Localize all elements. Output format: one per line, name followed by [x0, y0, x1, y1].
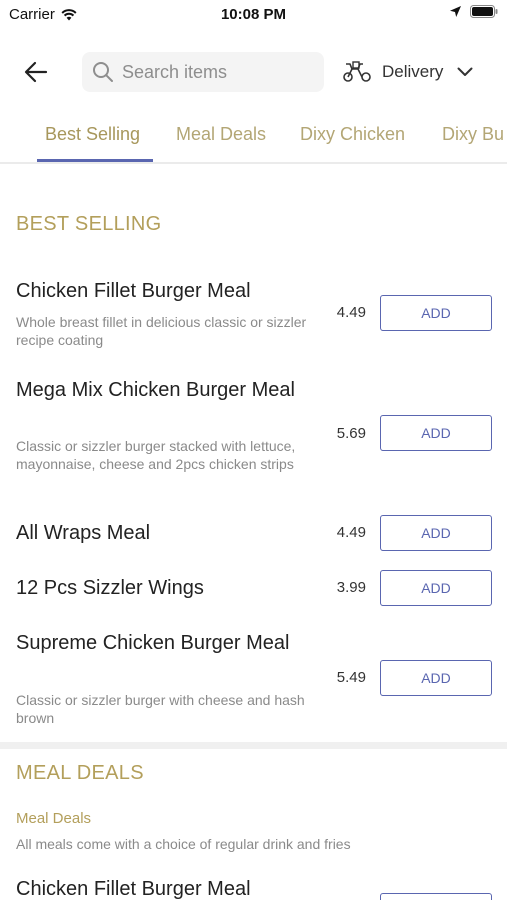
item-name: Chicken Fillet Burger Meal — [16, 878, 251, 900]
tab-meal-deals[interactable]: Meal Deals — [176, 124, 266, 145]
back-arrow-icon[interactable] — [22, 58, 50, 86]
search-input[interactable] — [122, 61, 312, 83]
add-button[interactable]: ADD — [380, 660, 492, 696]
item-name: Supreme Chicken Burger Meal — [16, 632, 290, 654]
item-name: Mega Mix Chicken Burger Meal — [16, 379, 295, 401]
category-tabs: Best Selling Meal Deals Dixy Chicken Dix… — [0, 112, 507, 164]
item-price: 4.49 — [336, 304, 366, 321]
delivery-label: Delivery — [382, 62, 444, 81]
item-name: Chicken Fillet Burger Meal — [16, 280, 251, 302]
search-icon — [93, 62, 113, 82]
item-price: 5.69 — [336, 425, 366, 442]
status-bar: Carrier 10:08 PM — [0, 0, 507, 30]
add-button[interactable]: ADD — [380, 570, 492, 606]
add-button[interactable]: ADD — [380, 295, 492, 331]
item-name: All Wraps Meal — [16, 522, 151, 544]
tab-dixy-chicken[interactable]: Dixy Chicken — [300, 124, 405, 145]
add-button[interactable]: ADD — [380, 515, 492, 551]
status-icons — [449, 5, 498, 18]
add-button[interactable] — [380, 893, 492, 900]
section-title-best-selling: BEST SELLING — [16, 213, 162, 235]
top-bar: Delivery — [0, 50, 507, 94]
location-arrow-icon — [450, 6, 461, 17]
scooter-icon — [343, 61, 371, 82]
active-tab-indicator — [37, 159, 153, 162]
item-description: Classic or sizzler burger stacked with l… — [16, 438, 296, 472]
category-description: All meals come with a choice of regular … — [16, 836, 351, 852]
tab-best-selling[interactable]: Best Selling — [45, 124, 140, 145]
add-button[interactable]: ADD — [380, 415, 492, 451]
item-description: Whole breast fillet in delicious classic… — [16, 314, 307, 348]
section-title-meal-deals: MEAL DEALS — [16, 762, 144, 784]
search-box[interactable] — [82, 52, 324, 92]
item-price: 5.49 — [336, 669, 366, 686]
item-price: 3.99 — [336, 579, 366, 596]
chevron-down-icon — [457, 67, 473, 76]
item-name: 12 Pcs Sizzler Wings — [16, 577, 204, 599]
clock: 10:08 PM — [220, 6, 287, 23]
item-price: 4.49 — [336, 524, 366, 541]
delivery-selector[interactable]: Delivery — [342, 58, 473, 86]
tab-dixy-burgers[interactable]: Dixy Bu — [442, 124, 504, 145]
section-divider — [0, 742, 507, 749]
battery-icon — [470, 5, 498, 18]
category-subtitle: Meal Deals — [16, 810, 92, 827]
item-description: Classic or sizzler burger with cheese an… — [16, 692, 305, 726]
